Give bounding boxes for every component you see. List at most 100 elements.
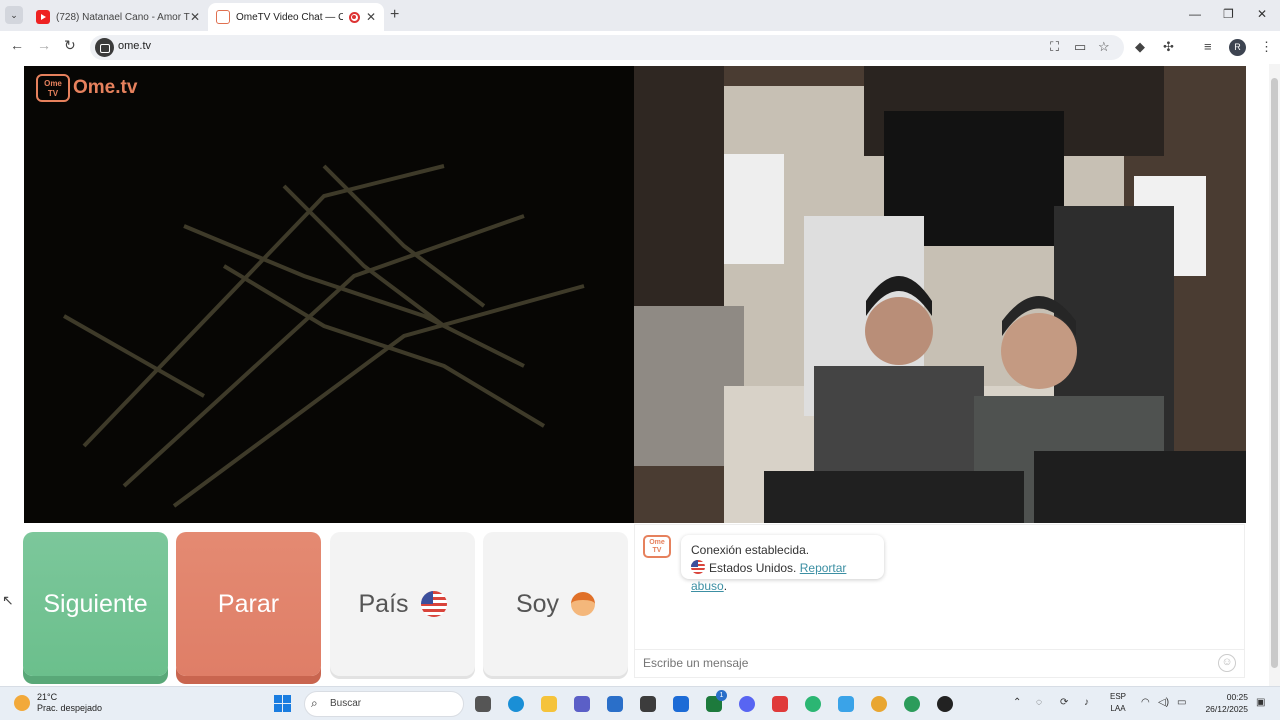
youtube-icon bbox=[36, 10, 50, 24]
tab-strip: ⌄ (728) Natanael Cano - Amor Tu ✕ OmeTV … bbox=[0, 0, 1280, 31]
menu-icon[interactable]: ⋮ bbox=[1260, 39, 1273, 55]
page-scrollbar[interactable] bbox=[1269, 64, 1280, 686]
forward-icon[interactable]: → bbox=[37, 37, 51, 53]
us-flag-icon bbox=[420, 591, 447, 617]
notification-badge: 1 bbox=[716, 690, 727, 701]
discord-icon[interactable] bbox=[739, 696, 755, 712]
tab-title: (728) Natanael Cano - Amor Tu bbox=[56, 11, 190, 23]
microphone-icon[interactable]: ♪ bbox=[1084, 697, 1089, 708]
message-input-bar: ☺ bbox=[635, 649, 1244, 677]
tab-youtube[interactable]: (728) Natanael Cano - Amor Tu ✕ bbox=[28, 3, 208, 31]
battery-icon[interactable]: ▭ bbox=[1177, 697, 1186, 708]
logo-badge: Ome TV bbox=[36, 74, 70, 102]
notifications-icon[interactable]: ▣ bbox=[1256, 697, 1265, 708]
site-info-icon[interactable] bbox=[95, 38, 114, 57]
stop-button-label: Parar bbox=[217, 589, 280, 618]
next-button-label: Siguiente bbox=[43, 589, 148, 618]
language-indicator[interactable]: ESP LAA bbox=[1110, 691, 1126, 715]
store-icon[interactable] bbox=[607, 696, 623, 712]
browser-toolbar: ← → ↻ ome.tv ⛶ ▭ ☆ ◆ ✣ ≡ R ⋮ bbox=[0, 31, 1280, 64]
extension-icon[interactable]: ◆ bbox=[1135, 39, 1145, 55]
partner-country: Estados Unidos. bbox=[709, 561, 797, 575]
mouse-cursor-icon: ↖ bbox=[2, 592, 14, 608]
search-icon: ⌕ bbox=[311, 696, 318, 710]
tray-sync-icon[interactable]: ⟳ bbox=[1060, 697, 1068, 708]
tray-overflow-icon[interactable]: ⌃ bbox=[1013, 697, 1021, 708]
country-button-label: País bbox=[358, 589, 409, 618]
teams-icon[interactable] bbox=[574, 696, 590, 712]
system-clock[interactable]: 00:25 26/12/2025 bbox=[1198, 691, 1248, 715]
emoji-icon[interactable]: ☺ bbox=[1218, 654, 1236, 672]
stop-button[interactable]: Parar bbox=[176, 532, 321, 676]
ometv-logo[interactable]: Ome TV Ome.tv bbox=[36, 74, 137, 102]
keyboard-layout: LAA bbox=[1110, 704, 1126, 713]
message-input[interactable] bbox=[635, 650, 1195, 676]
language-code: ESP bbox=[1110, 692, 1127, 701]
cast-icon[interactable]: ▭ bbox=[1074, 39, 1086, 55]
system-message: Conexión establecida. Estados Unidos. Re… bbox=[681, 535, 884, 593]
start-button[interactable] bbox=[274, 695, 291, 712]
connection-status: Conexión establecida. bbox=[691, 543, 810, 557]
back-icon[interactable]: ← bbox=[10, 37, 24, 53]
chrome-profile-icon[interactable] bbox=[904, 696, 920, 712]
tab-title: OmeTV Video Chat — Ome bbox=[236, 11, 343, 23]
weather-icon bbox=[14, 695, 30, 711]
tab-search-button[interactable]: ⌄ bbox=[5, 6, 23, 24]
scrollbar-thumb[interactable] bbox=[1271, 78, 1278, 668]
dark-video-frame bbox=[63, 164, 585, 508]
weather-widget[interactable]: 21°C Prac. despejado bbox=[14, 692, 102, 714]
file-explorer-icon[interactable] bbox=[541, 696, 557, 712]
clock-date: 26/12/2025 bbox=[1205, 704, 1248, 714]
weather-condition: Prac. despejado bbox=[37, 703, 103, 713]
extensions-puzzle-icon[interactable]: ✣ bbox=[1163, 39, 1174, 55]
ometv-page: Ome TV Ome.tv Siguiente Parar País Soy O… bbox=[0, 64, 1280, 686]
close-tab-icon[interactable]: ✕ bbox=[366, 10, 376, 24]
tab-ometv[interactable]: OmeTV Video Chat — Ome ✕ bbox=[208, 3, 384, 31]
tray-app-icon[interactable]: ◌ bbox=[1036, 697, 1042, 708]
address-bar[interactable]: ome.tv bbox=[90, 35, 1124, 60]
reload-icon[interactable]: ↻ bbox=[64, 37, 76, 54]
local-video: Ome TV Ome.tv bbox=[24, 66, 634, 523]
chrome-icon[interactable] bbox=[871, 696, 887, 712]
bookmark-star-icon[interactable]: ☆ bbox=[1098, 39, 1110, 55]
wifi-icon[interactable]: ◠ bbox=[1141, 697, 1150, 708]
restore-icon[interactable]: ❐ bbox=[1223, 7, 1234, 21]
remote-video-frame bbox=[634, 66, 1246, 523]
chat-panel: Ome TV Conexión establecida. Estados Uni… bbox=[634, 524, 1245, 678]
obs-icon[interactable] bbox=[937, 696, 953, 712]
url-text: ome.tv bbox=[118, 40, 152, 52]
ometv-icon bbox=[216, 10, 230, 24]
clock-time: 00:25 bbox=[1226, 692, 1248, 702]
app-green-icon[interactable] bbox=[805, 696, 821, 712]
gender-button[interactable]: Soy bbox=[483, 532, 628, 676]
windows-taskbar: 21°C Prac. despejado ⌕ Buscar 1 ⌃ ◌ ⟳ ♪ … bbox=[0, 686, 1280, 720]
next-button[interactable]: Siguiente bbox=[23, 532, 168, 676]
media-control-icon[interactable]: ≡ bbox=[1204, 39, 1212, 55]
app-red-icon[interactable] bbox=[772, 696, 788, 712]
task-view-icon[interactable] bbox=[475, 696, 491, 712]
app-cube-icon[interactable] bbox=[640, 696, 656, 712]
app-blue-icon[interactable] bbox=[673, 696, 689, 712]
volume-icon[interactable]: ◁) bbox=[1158, 697, 1169, 708]
minimize-icon[interactable]: — bbox=[1189, 7, 1201, 21]
gender-button-label: Soy bbox=[515, 589, 560, 618]
recording-icon bbox=[348, 11, 360, 23]
temperature: 21°C bbox=[37, 692, 58, 702]
translate-icon[interactable]: ⛶ bbox=[1050, 39, 1059, 55]
boy-emoji-icon bbox=[571, 592, 596, 616]
country-filter-button[interactable]: País bbox=[330, 532, 475, 676]
logo-name: Ome.tv bbox=[73, 77, 138, 98]
report-suffix: . bbox=[723, 579, 728, 593]
new-tab-button[interactable]: + bbox=[390, 6, 399, 24]
search-placeholder: Buscar bbox=[330, 698, 362, 709]
remote-video bbox=[634, 66, 1246, 523]
close-window-icon[interactable]: ✕ bbox=[1257, 7, 1267, 21]
close-tab-icon[interactable]: ✕ bbox=[190, 10, 200, 24]
partner-country-line: Estados Unidos. Reportar abuso. bbox=[691, 559, 874, 595]
ometv-chat-avatar: Ome TV bbox=[643, 535, 671, 558]
notepad-icon[interactable] bbox=[838, 696, 854, 712]
edge-icon[interactable] bbox=[508, 696, 524, 712]
profile-avatar[interactable]: R bbox=[1229, 39, 1246, 56]
taskbar-search[interactable]: ⌕ Buscar bbox=[304, 691, 464, 717]
us-flag-icon bbox=[691, 560, 705, 574]
